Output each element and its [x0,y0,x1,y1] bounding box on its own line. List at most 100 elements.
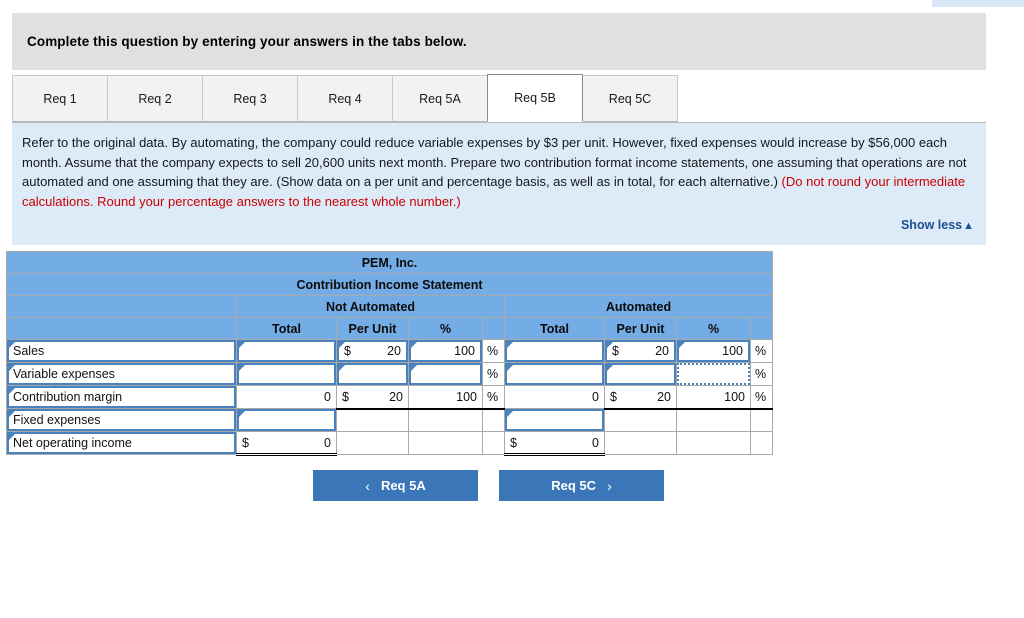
input-marker-triangle-icon [9,388,15,394]
table-row-variable-expenses: Variable expenses % % [6,362,773,386]
column-header-au-per-unit: Per Unit [604,317,677,340]
input-marker-triangle-icon [339,365,345,371]
varexp-na-unit-input[interactable] [337,363,408,385]
input-marker-triangle-icon [507,411,513,417]
input-marker-triangle-icon [411,342,417,348]
row-label-net-operating-income-input[interactable]: Net operating income [7,432,236,454]
noi-au-percent-symbol-cell [750,431,773,455]
fixexp-na-percent-cell [408,408,483,432]
cm-au-percent-cell: 100 [676,385,751,410]
tab-req-4[interactable]: Req 4 [297,75,393,122]
sales-na-total-input[interactable] [237,340,336,362]
row-label-variable-expenses-input[interactable]: Variable expenses [7,363,236,385]
column-header-spacer [6,317,237,340]
contribution-income-statement-table: PEM, Inc. Contribution Income Statement … [6,251,773,456]
row-label-contribution-margin-text: Contribution margin [13,390,123,404]
next-req-5c-button[interactable]: Req 5C › [499,470,664,501]
percent-sign: % [755,367,767,381]
sales-na-unit-input[interactable]: $20 [337,340,408,362]
row-label-contribution-margin-input[interactable]: Contribution margin [7,386,236,408]
noi-na-total-value: $0 [242,435,331,450]
sales-na-unit-value: $20 [344,344,401,358]
row-label-sales-input[interactable]: Sales [7,340,236,362]
table-row-sales: Sales $20 100 % $20 100 % [6,339,773,363]
noi-na-percent-symbol-cell [482,431,505,455]
noi-na-total-cell: $0 [236,431,337,456]
row-label-net-operating-income-text: Net operating income [13,436,132,450]
row-label-fixed-expenses-input[interactable]: Fixed expenses [7,409,236,431]
sales-na-percent-cell[interactable]: 100 [408,339,483,363]
cm-au-percent-value: 100 [724,389,745,404]
varexp-na-percent-input[interactable] [409,363,482,385]
fixexp-na-total-input[interactable] [237,409,336,431]
varexp-au-unit-cell[interactable] [604,362,677,386]
fixexp-au-total-cell[interactable] [504,408,605,432]
fixexp-au-total-input[interactable] [505,409,604,431]
tab-req-5c[interactable]: Req 5C [582,75,678,122]
caret-up-icon: ▲ [963,220,974,232]
currency-symbol: $ [510,435,517,450]
sales-au-unit-input[interactable]: $20 [605,340,676,362]
row-label-sales-cell[interactable]: Sales [6,339,237,363]
tab-req-3[interactable]: Req 3 [202,75,298,122]
input-marker-triangle-icon [411,365,417,371]
varexp-au-total-cell[interactable] [504,362,605,386]
sales-na-total-cell[interactable] [236,339,337,363]
sales-na-percent-input[interactable]: 100 [409,340,482,362]
fixexp-na-unit-cell [336,408,409,432]
prev-req-5a-label: Req 5A [380,478,426,493]
navigation-buttons: ‹ Req 5A Req 5C › [313,470,673,502]
sales-au-total-input[interactable] [505,340,604,362]
column-header-au-percent: % [676,317,751,340]
varexp-na-unit-cell[interactable] [336,362,409,386]
cm-na-total-cell: 0 [236,385,337,409]
varexp-au-unit-input[interactable] [605,363,676,385]
table-row-company-title: PEM, Inc. [6,251,773,274]
column-header-au-total: Total [504,317,605,340]
varexp-na-percent-cell[interactable] [408,362,483,386]
tab-req-5a[interactable]: Req 5A [392,75,488,122]
varexp-au-total-input[interactable] [505,363,604,385]
noi-au-total-value: $0 [510,435,599,450]
group-header-spacer [6,295,237,318]
sales-au-unit-cell[interactable]: $20 [604,339,677,363]
cm-na-unit-value: $20 [342,389,403,404]
varexp-na-total-input[interactable] [237,363,336,385]
row-label-net-operating-income-cell[interactable]: Net operating income [6,431,237,455]
column-header-au-percent-symbol-spacer [750,317,773,340]
row-label-variable-expenses-cell[interactable]: Variable expenses [6,362,237,386]
prev-req-5a-button[interactable]: ‹ Req 5A [313,470,478,501]
fixexp-na-total-cell[interactable] [236,408,337,432]
tab-req-5b[interactable]: Req 5B [487,74,583,122]
input-marker-triangle-icon [239,365,245,371]
currency-symbol: $ [344,344,351,358]
noi-na-unit-cell [336,431,409,455]
varexp-na-percent-symbol-cell: % [482,362,505,386]
varexp-au-percent-cell[interactable] [676,362,751,386]
sales-au-total-cell[interactable] [504,339,605,363]
row-label-contribution-margin-cell[interactable]: Contribution margin [6,385,237,409]
cm-au-unit-value: $20 [610,389,671,404]
varexp-au-percent-input-selected[interactable] [677,363,750,385]
sales-au-percent-input[interactable]: 100 [677,340,750,362]
varexp-na-total-cell[interactable] [236,362,337,386]
sales-au-percent-value: 100 [722,344,743,358]
column-header-na-percent: % [408,317,483,340]
cm-na-unit-cell: $20 [336,385,409,410]
tab-strip: Req 1 Req 2 Req 3 Req 4 Req 5A Req 5B Re… [12,74,986,123]
chevron-left-icon: ‹ [365,477,370,494]
sales-na-unit-cell[interactable]: $20 [336,339,409,363]
table-row-net-operating-income: Net operating income $0 $0 [6,431,773,456]
show-less-toggle[interactable]: Show less▲ [901,218,974,232]
input-marker-triangle-icon [239,342,245,348]
cm-au-unit-cell: $20 [604,385,677,410]
row-label-fixed-expenses-text: Fixed expenses [13,413,101,427]
currency-symbol: $ [610,389,617,404]
next-req-5c-label: Req 5C [551,478,597,493]
fixexp-na-percent-symbol-cell [482,408,505,432]
column-header-na-per-unit: Per Unit [336,317,409,340]
sales-au-percent-cell[interactable]: 100 [676,339,751,363]
tab-req-1[interactable]: Req 1 [12,75,108,122]
row-label-fixed-expenses-cell[interactable]: Fixed expenses [6,408,237,432]
tab-req-2[interactable]: Req 2 [107,75,203,122]
